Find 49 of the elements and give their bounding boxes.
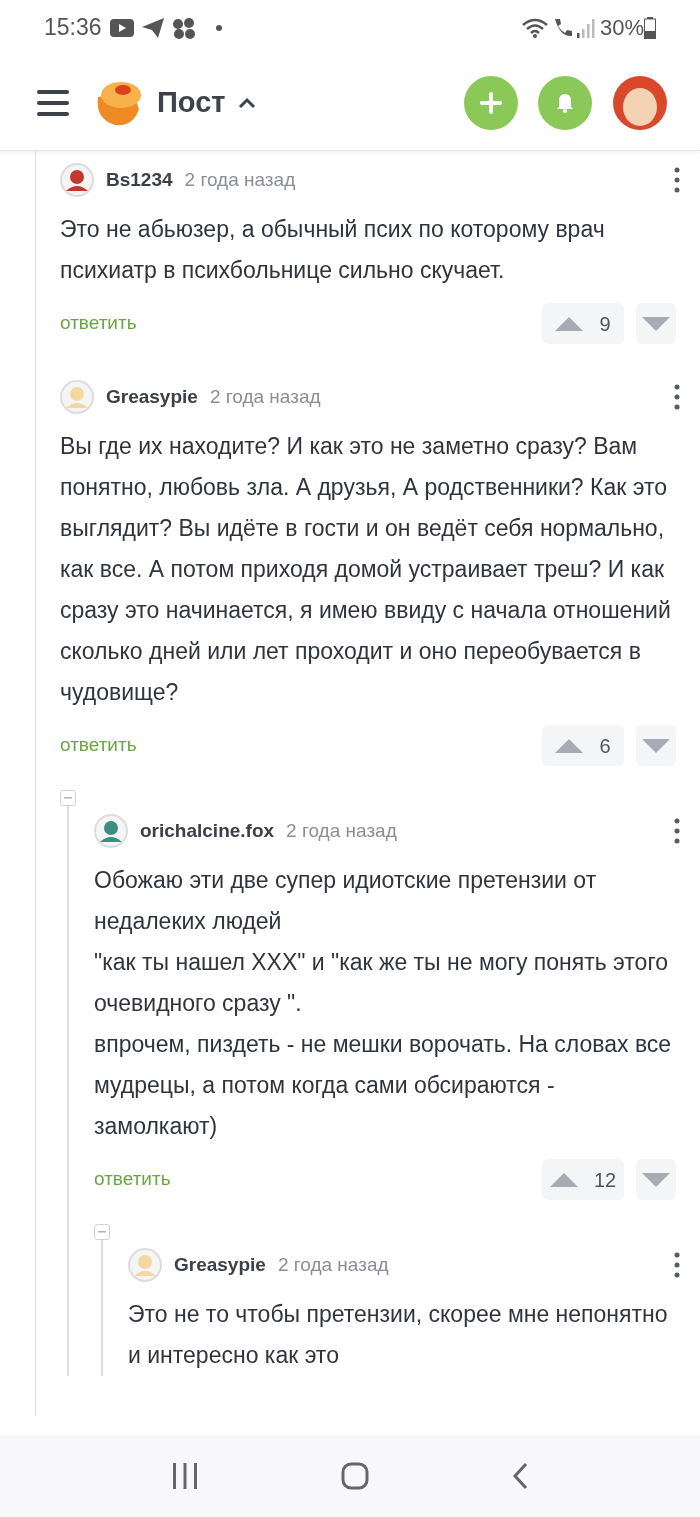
page-title[interactable]: Пост (157, 80, 226, 125)
more-icon[interactable] (674, 167, 680, 193)
profile-avatar[interactable] (612, 74, 668, 131)
upvote-button[interactable]: 9 (542, 303, 624, 344)
minus-icon (64, 797, 72, 799)
comment-time: 2 года назад (286, 818, 397, 843)
comment-time: 2 года назад (209, 384, 321, 409)
wifi-icon (521, 16, 548, 39)
avatar (60, 163, 94, 197)
up-triangle-icon (549, 1172, 578, 1187)
author-name[interactable]: Greasypie (106, 382, 198, 412)
comment-text: Это не абьюзер, а обычный псих по которому врач психиатр в психбольнице сильно скучает. (60, 215, 606, 285)
down-triangle-icon (642, 316, 670, 331)
author-name[interactable]: Greasypie (174, 1250, 266, 1280)
comment-time: 2 года назад (277, 1252, 389, 1277)
upvote-button[interactable]: 12 (542, 1159, 624, 1200)
dot-icon (215, 24, 222, 31)
status-time: 15:36 (44, 13, 102, 43)
chevron-up-icon[interactable] (237, 96, 256, 109)
more-icon[interactable] (674, 818, 680, 844)
battery-icon (644, 16, 656, 39)
minus-icon (98, 1231, 106, 1233)
avatar (60, 380, 94, 414)
bell-icon (556, 92, 574, 113)
up-triangle-icon (555, 316, 584, 331)
down-triangle-icon (642, 1172, 670, 1187)
comment-text: Обожаю эти две супер идиотские претензии от недалеких людей "как ты нашел ХХХ" и "как же ты не могу понять этого очевидного сразу ". впрочем, пиздеть - не мешки ворочать. На словах все мудрецы, а потом когда сами обсираются - замолкают) (94, 866, 673, 1141)
avatar (94, 814, 128, 848)
down-triangle-icon (642, 738, 670, 753)
more-icon[interactable] (674, 384, 680, 410)
up-triangle-icon (555, 738, 584, 753)
dots-icon (171, 16, 196, 39)
upvote-button[interactable]: 6 (542, 725, 624, 766)
signal-icon (575, 17, 596, 38)
battery-level: 30% (599, 14, 644, 42)
menu-icon[interactable] (37, 88, 69, 117)
recent-apps-icon[interactable] (171, 1463, 198, 1489)
comment-text: Это не то чтобы претензии, скорее мне непонятно и интересно как это (128, 1300, 669, 1370)
comment-text: Вы где их находите? И как это не заметно сразу? Вам понятно, любовь зла. А друзья, А родственники? Как это выглядит? Вы идёте в гости и он ведёт себя нормально, как все. А потом приходя домой устраивает треш? И как сразу это начинается, я имею ввиду с начала отношений сколько дней или лет проходит и оно переобувается в чудовище? (60, 432, 672, 707)
author-name[interactable]: orichalcine.fox (140, 816, 275, 846)
comment-time: 2 года назад (184, 167, 296, 192)
send-icon (141, 17, 164, 38)
more-icon[interactable] (674, 1252, 680, 1278)
avatar (128, 1248, 162, 1282)
back-icon[interactable] (512, 1462, 529, 1490)
author-name[interactable]: Bs1234 (106, 165, 173, 195)
home-icon[interactable] (341, 1462, 369, 1490)
plus-icon (480, 91, 502, 114)
video-icon (109, 18, 134, 37)
